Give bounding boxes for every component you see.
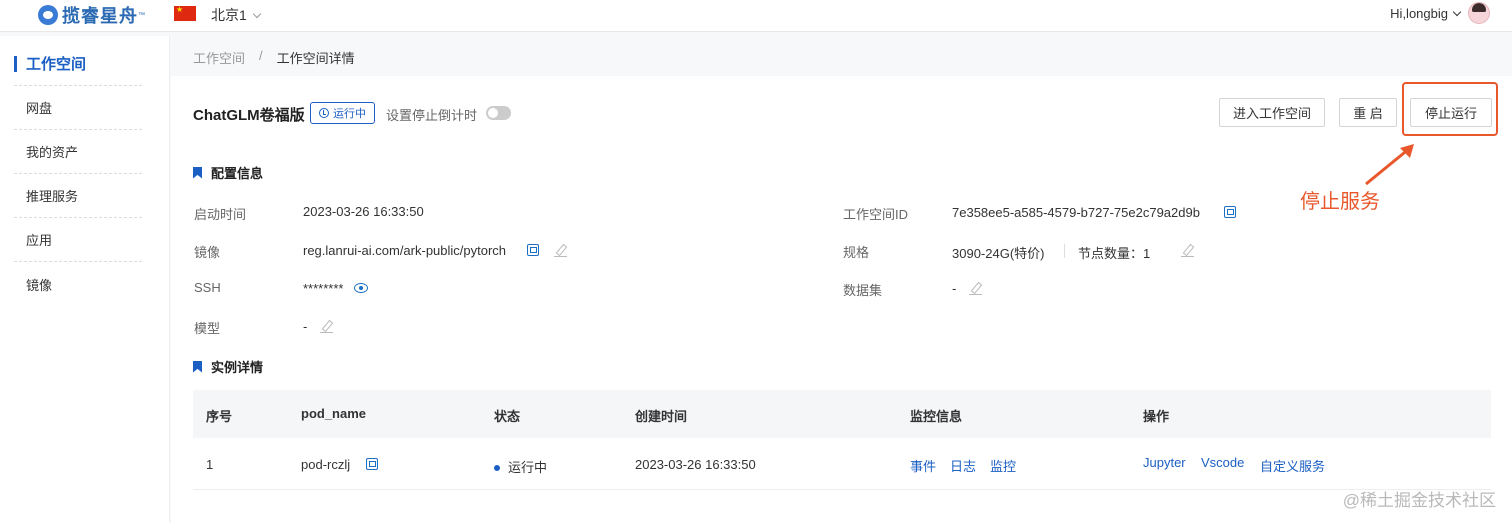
copy-icon[interactable] xyxy=(366,458,378,470)
divider xyxy=(1064,244,1065,258)
row-index: 1 xyxy=(206,457,214,472)
custom-service-link[interactable]: 自定义服务 xyxy=(1260,456,1325,475)
breadcrumb-current: 工作空间详情 xyxy=(276,51,355,66)
logo-trademark: ™ xyxy=(138,11,145,19)
logo-icon xyxy=(38,5,58,25)
sidebar: 工作空间 网盘 我的资产 推理服务 应用 镜像 xyxy=(0,36,170,522)
sidebar-item-label: 网盘 xyxy=(26,101,53,116)
copy-icon[interactable] xyxy=(527,244,539,256)
divider xyxy=(193,489,1491,490)
region-selector[interactable]: 北京1 xyxy=(211,5,262,25)
config-section-title: 配置信息 xyxy=(193,163,263,182)
clock-icon xyxy=(319,108,329,118)
edit-icon[interactable] xyxy=(320,320,333,333)
eye-icon[interactable] xyxy=(354,283,368,293)
ssh-label: SSH xyxy=(194,280,221,295)
sidebar-item-label: 工作空间 xyxy=(26,56,87,73)
breadcrumb-root[interactable]: 工作空间 xyxy=(193,48,245,67)
annotation-arrow-icon xyxy=(1365,144,1414,186)
pod-status-label: 运行中 xyxy=(508,460,548,475)
top-bar: 揽睿星舟 ™ 北京1 Hi,longbig xyxy=(0,0,1512,32)
start-time-label: 启动时间 xyxy=(194,207,247,222)
events-link[interactable]: 事件 xyxy=(910,456,936,475)
start-time-value: 2023-03-26 16:33:50 xyxy=(303,204,424,219)
sidebar-item-label: 我的资产 xyxy=(26,145,79,160)
spec-label: 规格 xyxy=(843,245,870,260)
bookmark-icon xyxy=(193,360,202,373)
sidebar-item-inference[interactable]: 推理服务 xyxy=(14,174,142,218)
breadcrumb: 工作空间 / 工作空间详情 xyxy=(193,48,355,67)
status-badge-label: 运行中 xyxy=(333,108,366,120)
workspace-id-label: 工作空间ID xyxy=(843,207,909,222)
avatar[interactable] xyxy=(1468,2,1490,24)
node-count: 节点数量：1 xyxy=(1078,246,1151,261)
user-menu[interactable]: Hi,longbig xyxy=(1390,2,1490,24)
breadcrumb-separator: / xyxy=(259,48,263,63)
instances-title-label: 实例详情 xyxy=(211,360,264,375)
sidebar-item-apps[interactable]: 应用 xyxy=(14,218,142,262)
logo-text: 揽睿星舟 xyxy=(62,6,138,26)
model-value: - xyxy=(303,319,308,334)
edit-icon[interactable] xyxy=(969,282,982,295)
vscode-link[interactable]: Vscode xyxy=(1201,455,1244,470)
annotation-label: 停止服务 xyxy=(1300,191,1380,213)
dataset-label: 数据集 xyxy=(843,283,883,298)
column-header: 序号 xyxy=(206,409,233,424)
chevron-down-icon xyxy=(1452,7,1462,16)
pod-name: pod-rczlj xyxy=(301,457,351,472)
sidebar-item-label: 应用 xyxy=(26,233,53,248)
logs-link[interactable]: 日志 xyxy=(950,456,976,475)
workspace-id-value: 7e358ee5-a585-4579-b727-75e2c79a2d9b xyxy=(952,205,1200,220)
image-label: 镜像 xyxy=(194,245,221,260)
stop-timer-toggle[interactable] xyxy=(486,106,511,120)
chevron-down-icon xyxy=(252,9,262,18)
bookmark-icon xyxy=(193,166,202,179)
status-dot-icon xyxy=(494,464,500,471)
edit-icon[interactable] xyxy=(1181,244,1194,257)
column-header: 操作 xyxy=(1143,409,1170,424)
edit-icon[interactable] xyxy=(554,244,567,257)
logo[interactable]: 揽睿星舟 ™ xyxy=(38,3,145,27)
sidebar-item-assets[interactable]: 我的资产 xyxy=(14,130,142,174)
sidebar-item-images[interactable]: 镜像 xyxy=(14,262,142,306)
image-value: reg.lanrui-ai.com/ark-public/pytorch xyxy=(303,243,507,258)
enter-workspace-button[interactable]: 进入工作空间 xyxy=(1219,98,1325,127)
instances-section-title: 实例详情 xyxy=(193,357,263,376)
model-label: 模型 xyxy=(194,321,221,336)
region-label: 北京1 xyxy=(211,7,247,23)
monitor-link[interactable]: 监控 xyxy=(990,456,1016,475)
spec-value: 3090-24G(特价) xyxy=(952,246,1045,261)
watermark: @稀土掘金技术社区 xyxy=(1342,491,1496,510)
dataset-value: - xyxy=(952,281,957,296)
table-header xyxy=(193,390,1491,438)
copy-icon[interactable] xyxy=(1224,206,1236,218)
pod-status: 运行中 xyxy=(494,457,547,476)
annotation-highlight-box xyxy=(1402,82,1498,136)
sidebar-item-netdisk[interactable]: 网盘 xyxy=(14,86,142,130)
config-title-label: 配置信息 xyxy=(211,166,264,181)
pod-created-time: 2023-03-26 16:33:50 xyxy=(635,457,756,472)
column-header: 监控信息 xyxy=(910,409,963,424)
column-header: 创建时间 xyxy=(635,409,688,424)
restart-button[interactable]: 重 启 xyxy=(1339,98,1397,127)
stop-timer-label: 设置停止倒计时 xyxy=(386,108,478,123)
sidebar-item-label: 推理服务 xyxy=(26,189,79,204)
column-header: pod_name xyxy=(301,406,367,421)
user-greeting: Hi,longbig xyxy=(1390,5,1448,21)
status-badge: 运行中 xyxy=(310,102,375,124)
column-header: 状态 xyxy=(494,409,521,424)
jupyter-link[interactable]: Jupyter xyxy=(1143,455,1186,470)
sidebar-item-label: 镜像 xyxy=(26,277,53,293)
ssh-value: ******** xyxy=(303,281,344,296)
sidebar-item-workspace[interactable]: 工作空间 xyxy=(14,42,142,86)
china-flag-icon xyxy=(174,5,196,21)
workspace-title: ChatGLM卷福版 xyxy=(193,107,305,124)
